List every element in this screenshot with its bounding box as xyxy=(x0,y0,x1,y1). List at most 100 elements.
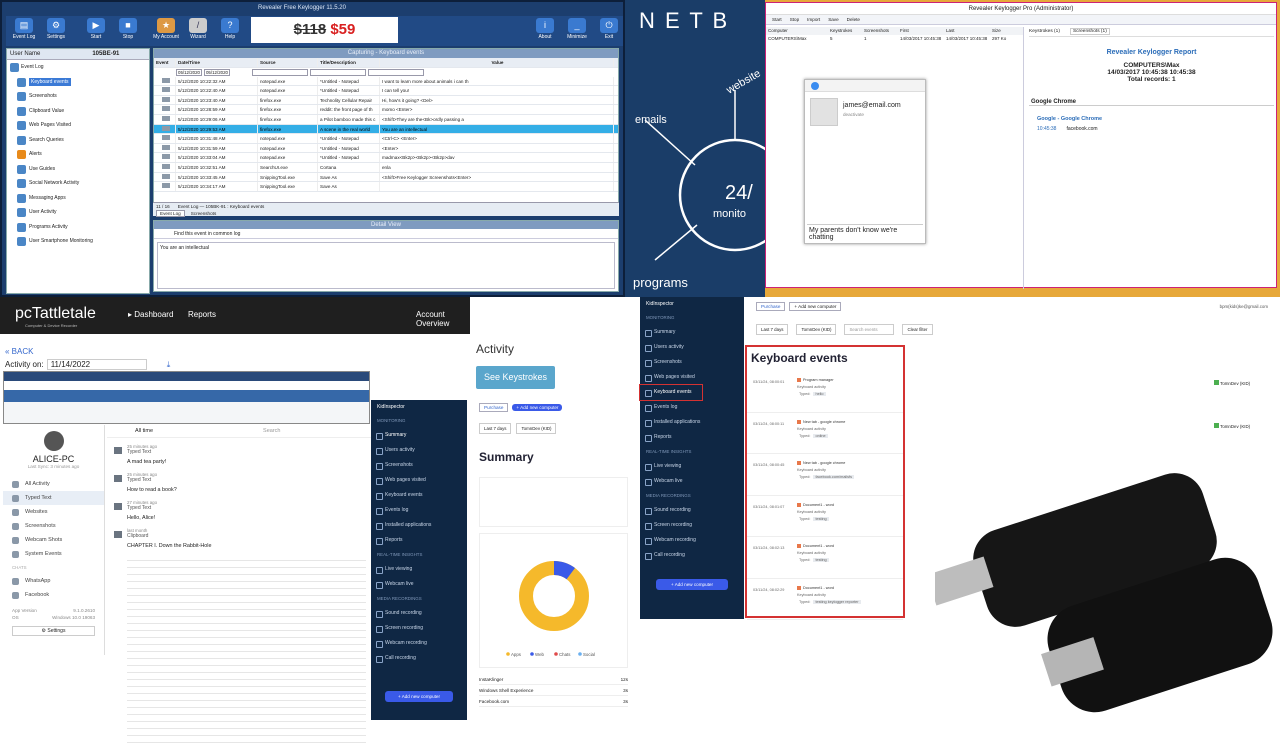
settings-button[interactable]: ⚙ Settings xyxy=(12,626,95,636)
table-row[interactable]: 5/12/2020 10:22:40 AMnotepad.exe*Untitle… xyxy=(154,86,618,96)
tree-item-search-queries[interactable]: Search Queries xyxy=(7,133,149,148)
nav-call[interactable]: Call recording xyxy=(640,548,744,563)
clear-filter-button[interactable]: Clear filter xyxy=(902,324,932,335)
search-events-input[interactable]: Search events xyxy=(844,324,894,335)
stop-button[interactable]: Stop xyxy=(790,17,799,22)
report-entry[interactable]: Google - Google Chrome xyxy=(1037,116,1274,122)
wizard-button[interactable]: /Wizard xyxy=(184,18,212,44)
nav-users-activity[interactable]: Users activity xyxy=(371,443,467,458)
last7-select[interactable]: Last 7 days xyxy=(479,423,511,434)
add-computer-button[interactable]: + Add new computer xyxy=(656,579,728,590)
tree-item-keyboard-events[interactable]: Keyboard events xyxy=(7,75,149,90)
account-email[interactable]: bpm(kids)ke@gmail.com xyxy=(1220,304,1268,309)
tree-item-screenshots[interactable]: Screenshots xyxy=(7,89,149,104)
table-row[interactable]: 5/12/2020 10:22:32 AMnotepad.exe*Untitle… xyxy=(154,77,618,87)
my-account-button[interactable]: ★My Account xyxy=(152,18,180,44)
purchase-button[interactable]: Purchase xyxy=(479,403,508,412)
list-row[interactable]: COMPUTERS\Max5114/03/2017 10:45:3814/03/… xyxy=(766,35,1023,43)
table-row[interactable]: 5/12/2020 10:31:59 AMnotepad.exe*Untitle… xyxy=(154,144,618,154)
nav-web-pages[interactable]: Web pages visited xyxy=(371,473,467,488)
nav-keyboard-events[interactable]: Keyboard events xyxy=(371,488,467,503)
nav-webcam-live[interactable]: Webcam live xyxy=(371,577,467,592)
nav-reports[interactable]: Reports xyxy=(640,430,744,445)
date-to-filter[interactable]: 05/12/2020 xyxy=(204,69,230,76)
nav-users-activity[interactable]: Users activity xyxy=(640,340,744,355)
see-keystrokes-button[interactable]: See Keystrokes xyxy=(476,366,555,389)
title-filter[interactable] xyxy=(310,69,366,76)
nav-screen[interactable]: Screen recording xyxy=(371,621,467,636)
tree-item-smartphone[interactable]: User Smartphone Monitoring xyxy=(7,234,149,249)
price-banner[interactable]: $118 $59 xyxy=(251,17,398,43)
search-input[interactable]: Search xyxy=(263,428,280,434)
table-row[interactable]: 5/12/2020 10:34:17 AMSnippingTool.exeSav… xyxy=(154,182,618,192)
table-row[interactable]: 5/12/2020 10:32:51 AMSearchUI.exeCortana… xyxy=(154,163,618,173)
nav-screenshots[interactable]: Screenshots xyxy=(371,458,467,473)
menu-screenshots[interactable]: Screenshots xyxy=(3,519,104,533)
tree-item-messaging[interactable]: Messaging Apps xyxy=(7,191,149,206)
delete-button[interactable]: Delete xyxy=(847,17,860,22)
nav-events-log[interactable]: Events log xyxy=(371,503,467,518)
date-input[interactable]: 11/14/2022 xyxy=(47,359,147,370)
start-button[interactable]: Start xyxy=(772,17,782,22)
feed-item[interactable]: last monthClipboardCHAPTER I. Down the R… xyxy=(107,528,372,549)
purchase-button[interactable]: Purchase xyxy=(756,302,785,311)
event-item[interactable]: 03/11/24, 08:00:45New tab - google chrom… xyxy=(747,454,903,496)
import-button[interactable]: Import xyxy=(807,17,820,22)
nav-summary[interactable]: Summary xyxy=(371,428,467,443)
table-row[interactable]: 5/12/2020 10:28:59 AMfirefox.exereddit: … xyxy=(154,105,618,115)
nav-screenshots[interactable]: Screenshots xyxy=(640,355,744,370)
nav-call[interactable]: Call recording xyxy=(371,651,467,666)
app-row[interactable]: Facebook.com3s xyxy=(479,696,628,707)
find-in-log-button[interactable]: Find this event in common log xyxy=(154,229,618,239)
user-select[interactable]: 105BE-91 xyxy=(92,49,119,60)
menu-typed-text[interactable]: Typed Text xyxy=(3,491,104,505)
menu-system-events[interactable]: System Events xyxy=(3,547,104,561)
feed-item[interactable]: 25 minutes agoTyped TextA mad tea party! xyxy=(107,444,372,465)
table-row[interactable]: 5/12/2020 10:29:06 AMfirefox.exea Pilot … xyxy=(154,115,618,125)
source-filter[interactable] xyxy=(252,69,308,76)
exit-button[interactable]: ⏻Exit xyxy=(595,18,623,44)
tab-screenshots[interactable]: Screenshots xyxy=(191,211,217,216)
event-item[interactable]: 03/11/24, 08:01:07Document1 - wordKeyboa… xyxy=(747,496,903,538)
menu-websites[interactable]: Websites xyxy=(3,505,104,519)
tree-item-use-guides[interactable]: Use Guides xyxy=(7,162,149,177)
download-icon[interactable]: ⤓ xyxy=(167,360,171,370)
nav-screen[interactable]: Screen recording xyxy=(640,518,744,533)
nav-events-log[interactable]: Events log xyxy=(640,400,744,415)
event-item[interactable]: 03/11/24, 08:00:11New tab - google chrom… xyxy=(747,413,903,455)
tab-screenshots[interactable]: Screenshots (1) xyxy=(1070,28,1110,35)
back-link[interactable]: « BACK xyxy=(5,347,33,356)
table-row[interactable]: 5/12/2020 10:31:48 AMnotepad.exe*Untitle… xyxy=(154,134,618,144)
menu-whatsapp[interactable]: WhatsApp xyxy=(3,574,104,588)
table-row[interactable]: 5/12/2020 10:23:40 AMfirefox.exeTechnoli… xyxy=(154,96,618,106)
event-item[interactable]: 03/11/24, 08:02:13Document1 - wordKeyboa… xyxy=(747,537,903,579)
event-item[interactable]: 03/11/24, 08:00:01Program managerKeyboar… xyxy=(747,371,903,413)
nav-live-viewing[interactable]: Live viewing xyxy=(640,459,744,474)
user-select[interactable]: TomnDev (KID) xyxy=(516,423,556,434)
nav-webcam[interactable]: Webcam recording xyxy=(640,533,744,548)
nav-account[interactable]: Account Overview xyxy=(416,310,470,328)
nav-webcam-live[interactable]: Webcam live xyxy=(640,474,744,489)
date-from-filter[interactable]: 05/12/2020 xyxy=(176,69,202,76)
about-button[interactable]: iAbout xyxy=(531,18,559,44)
tab-keystrokes[interactable]: Keystrokes (1) xyxy=(1029,29,1060,34)
tree-item-web-pages[interactable]: Web Pages Visited xyxy=(7,118,149,133)
nav-sound[interactable]: Sound recording xyxy=(640,503,744,518)
table-row[interactable]: 5/12/2020 10:29:53 AMfirefox.exeA scene … xyxy=(154,125,618,135)
nav-dashboard[interactable]: ▸ Dashboard xyxy=(128,310,173,319)
user-select[interactable]: TomnDev (KID) xyxy=(796,324,836,335)
save-button[interactable]: Save xyxy=(828,17,838,22)
nav-reports[interactable]: Reports xyxy=(188,310,216,319)
nav-installed-apps[interactable]: Installed applications xyxy=(371,518,467,533)
minimize-button[interactable]: _Minimize xyxy=(563,18,591,44)
tree-item-alerts[interactable]: Alerts xyxy=(7,147,149,162)
value-filter[interactable] xyxy=(368,69,424,76)
menu-facebook[interactable]: Facebook xyxy=(3,588,104,602)
nav-reports[interactable]: Reports xyxy=(371,533,467,548)
tree-item-social[interactable]: Social Network Activity xyxy=(7,176,149,191)
nav-webcam[interactable]: Webcam recording xyxy=(371,636,467,651)
tree-item-clipboard[interactable]: Clipboard Value xyxy=(7,104,149,119)
stop-button[interactable]: ■Stop xyxy=(114,18,142,44)
settings-button[interactable]: ⚙Settings xyxy=(42,18,70,44)
tab-event-log[interactable]: Event Log xyxy=(156,210,185,217)
